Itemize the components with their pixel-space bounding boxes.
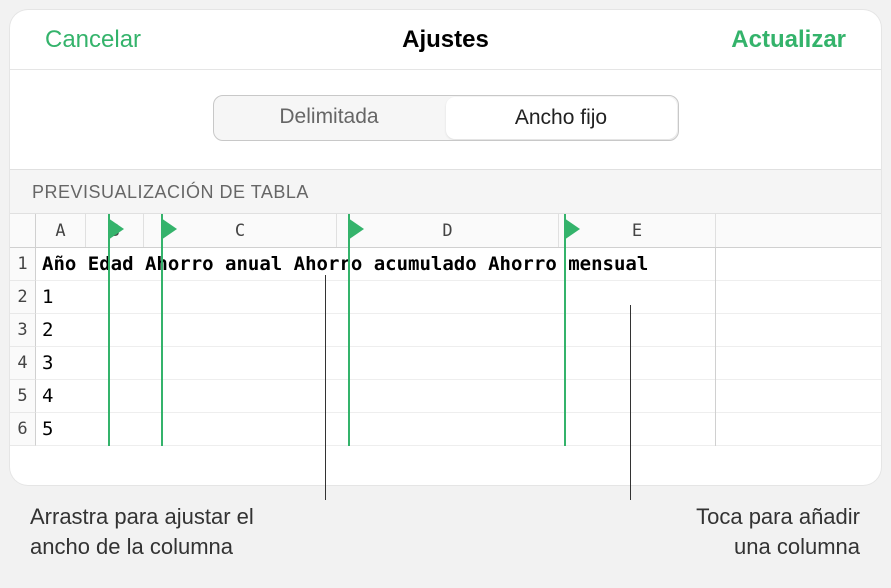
row-number: 6 <box>10 413 36 446</box>
segmented-control: Delimitada Ancho fijo <box>213 95 679 141</box>
column-header: A <box>36 214 86 247</box>
section-header: PREVISUALIZACIÓN DE TABLA <box>10 169 881 214</box>
row-number: 2 <box>10 281 36 314</box>
table-preview: 1 2 3 4 5 6 A B C D E Año Edad Ahorro an… <box>10 214 881 446</box>
callout-tap: Toca para añadiruna columna <box>560 502 860 561</box>
column-divider-handle[interactable] <box>161 214 163 446</box>
corner-cell <box>10 214 36 248</box>
row-number: 3 <box>10 314 36 347</box>
tab-container: Delimitada Ancho fijo <box>10 70 881 169</box>
callout-line <box>325 275 326 500</box>
row-number: 4 <box>10 347 36 380</box>
cancel-button[interactable]: Cancelar <box>45 26 141 54</box>
column-divider-handle[interactable] <box>564 214 566 446</box>
column-header: D <box>337 214 559 247</box>
column-divider-handle[interactable] <box>348 214 350 446</box>
callout-drag: Arrastra para ajustar elancho de la colu… <box>30 502 320 561</box>
table-right-edge <box>715 248 716 446</box>
callout-line <box>630 305 631 500</box>
update-button[interactable]: Actualizar <box>731 26 846 54</box>
row-number: 5 <box>10 380 36 413</box>
column-divider-handle[interactable] <box>108 214 110 446</box>
column-header: E <box>559 214 716 247</box>
tab-fixed-width[interactable]: Ancho fijo <box>446 97 677 139</box>
preview-grid[interactable]: A B C D E Año Edad Ahorro anual Ahorro a… <box>36 214 881 446</box>
navbar: Cancelar Ajustes Actualizar <box>10 10 881 70</box>
tab-delimited[interactable]: Delimitada <box>214 96 445 138</box>
row-number-gutter: 1 2 3 4 5 6 <box>10 214 36 446</box>
settings-modal: Cancelar Ajustes Actualizar Delimitada A… <box>10 10 881 485</box>
row-number: 1 <box>10 248 36 281</box>
page-title: Ajustes <box>402 26 489 54</box>
